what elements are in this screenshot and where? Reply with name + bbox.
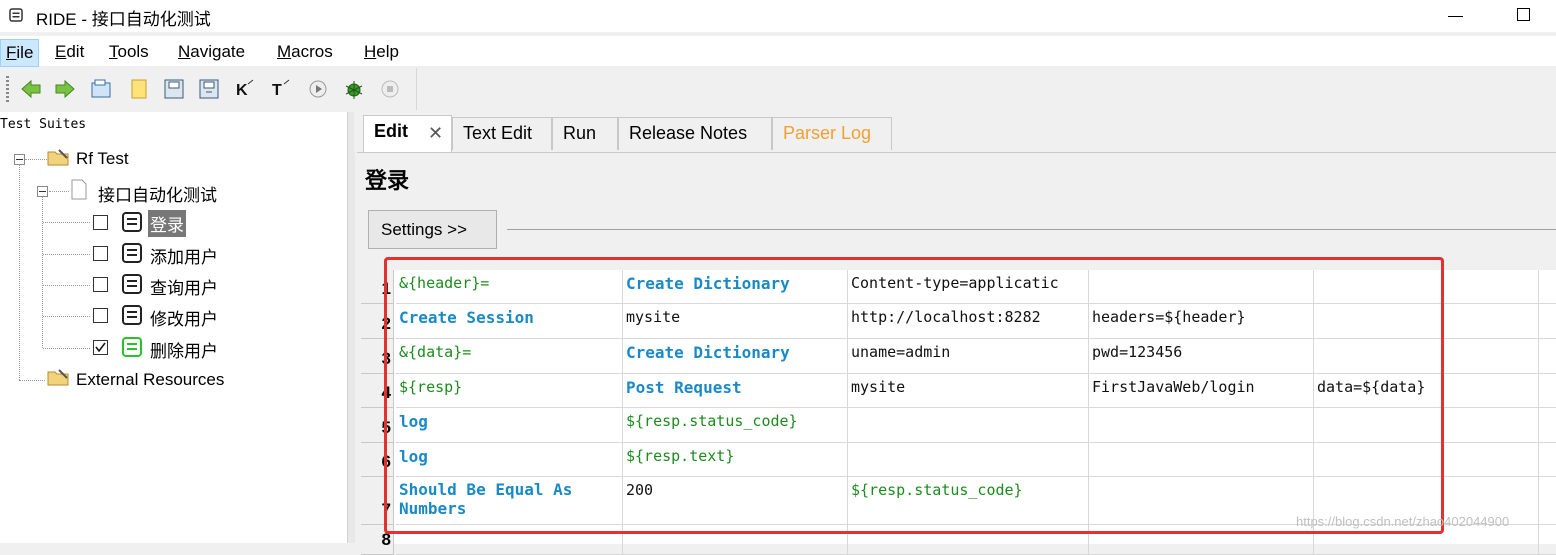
menu-file[interactable]: File bbox=[0, 39, 40, 67]
tree-item-test-selected[interactable]: 登录 bbox=[148, 210, 186, 237]
stop-icon[interactable] bbox=[379, 78, 401, 100]
save-all-icon[interactable] bbox=[198, 78, 220, 100]
tree-line bbox=[19, 380, 45, 381]
tab-run[interactable]: Run bbox=[552, 117, 618, 150]
test-suites-panel: Test Suites Rf Test 接口自动化测试 登录 添加用户 查询用户… bbox=[0, 112, 347, 543]
tree-item-external-resources[interactable]: External Resources bbox=[76, 370, 224, 390]
menu-tools[interactable]: Tools bbox=[109, 42, 149, 62]
expand-suite-toggle[interactable] bbox=[37, 186, 48, 197]
test-case-icon bbox=[122, 243, 142, 263]
tab-text-edit[interactable]: Text Edit bbox=[452, 117, 552, 150]
check-icon bbox=[95, 342, 106, 353]
tab-edit-label: Edit bbox=[374, 121, 408, 141]
toolbar-grip[interactable] bbox=[6, 76, 9, 102]
search-keywords-icon[interactable]: K bbox=[234, 78, 256, 100]
grid-cell[interactable] bbox=[1539, 374, 1556, 408]
run-icon[interactable] bbox=[307, 78, 329, 100]
menu-macros[interactable]: Macros bbox=[277, 42, 333, 62]
ride-robot-icon bbox=[9, 8, 23, 22]
grid-cell[interactable] bbox=[1539, 339, 1556, 374]
svg-text:K: K bbox=[236, 82, 248, 99]
open-folder-icon[interactable] bbox=[90, 78, 112, 100]
test-suites-title: Test Suites bbox=[0, 117, 87, 132]
test-checkbox[interactable] bbox=[93, 277, 108, 292]
test-checkbox[interactable] bbox=[93, 215, 108, 230]
tree-item-test[interactable]: 添加用户 bbox=[150, 243, 218, 268]
menu-edit[interactable]: Edit bbox=[55, 42, 84, 62]
grid-cell[interactable] bbox=[1539, 304, 1556, 339]
tree-line bbox=[25, 159, 47, 160]
grid-cell[interactable] bbox=[1539, 525, 1556, 555]
test-checkbox[interactable] bbox=[93, 308, 108, 323]
suite-folder-icon bbox=[47, 149, 69, 166]
tree-item-test[interactable]: 查询用户 bbox=[150, 274, 218, 299]
search-tests-icon[interactable]: T bbox=[270, 78, 292, 100]
tab-release-notes[interactable]: Release Notes bbox=[618, 117, 772, 150]
window-title: RIDE - 接口自动化测试 bbox=[36, 10, 211, 29]
grid-cell[interactable] bbox=[1539, 443, 1556, 477]
settings-divider bbox=[507, 229, 1556, 230]
watermark: https://blog.csdn.net/zhao402044900 bbox=[1296, 514, 1510, 529]
editor-tabs: Edit ✕ Text Edit Run Release Notes Parse… bbox=[354, 112, 1556, 152]
grid-cell[interactable] bbox=[1539, 408, 1556, 443]
tree-item-suite[interactable]: 接口自动化测试 bbox=[98, 181, 217, 206]
maximize-button[interactable] bbox=[1508, 4, 1538, 26]
test-case-title: 登录 bbox=[365, 168, 410, 193]
test-checkbox[interactable] bbox=[93, 246, 108, 261]
tree-line bbox=[43, 254, 90, 255]
save-icon[interactable] bbox=[163, 78, 185, 100]
title-bar: RIDE - 接口自动化测试 bbox=[0, 0, 1556, 32]
test-case-icon bbox=[122, 212, 142, 232]
tree-item-test[interactable]: 修改用户 bbox=[150, 305, 218, 330]
tree-line bbox=[49, 191, 69, 192]
menu-help[interactable]: Help bbox=[364, 42, 399, 62]
test-case-passed-icon bbox=[122, 337, 142, 357]
tree-item-test[interactable]: 删除用户 bbox=[150, 337, 218, 362]
tree-line bbox=[43, 285, 90, 286]
test-case-icon bbox=[122, 305, 142, 325]
tab-edit[interactable]: Edit ✕ bbox=[363, 115, 452, 152]
file-icon bbox=[71, 179, 87, 200]
tree-line bbox=[19, 164, 20, 380]
svg-text:T: T bbox=[272, 82, 282, 99]
back-arrow-icon[interactable] bbox=[20, 78, 42, 100]
highlight-annotation bbox=[384, 257, 1444, 534]
forward-arrow-icon[interactable] bbox=[54, 78, 76, 100]
close-tab-icon[interactable]: ✕ bbox=[428, 123, 443, 144]
expand-rf-test-toggle[interactable] bbox=[14, 154, 25, 165]
debug-bug-icon[interactable] bbox=[343, 78, 365, 100]
panel-splitter[interactable] bbox=[347, 112, 355, 543]
tree-line bbox=[43, 222, 90, 223]
settings-toggle-button[interactable]: Settings >> bbox=[368, 210, 497, 249]
new-file-icon[interactable] bbox=[128, 78, 150, 100]
external-resources-folder-icon bbox=[47, 369, 69, 386]
tree-line bbox=[43, 316, 90, 317]
menu-navigate[interactable]: Navigate bbox=[178, 42, 245, 62]
menu-bar: File Edit Tools Navigate Macros Help bbox=[0, 36, 1556, 67]
grid-cell[interactable] bbox=[1539, 270, 1556, 304]
tree-item-rf-test[interactable]: Rf Test bbox=[76, 149, 129, 169]
minimize-button[interactable] bbox=[1440, 4, 1470, 26]
grid-cell[interactable] bbox=[1539, 477, 1556, 525]
test-case-icon bbox=[122, 274, 142, 294]
toolbar: K T bbox=[0, 68, 417, 110]
tab-parser-log[interactable]: Parser Log bbox=[772, 117, 892, 150]
tree-line bbox=[43, 348, 90, 349]
test-checkbox-checked[interactable] bbox=[93, 340, 108, 355]
tree-line bbox=[42, 196, 43, 348]
